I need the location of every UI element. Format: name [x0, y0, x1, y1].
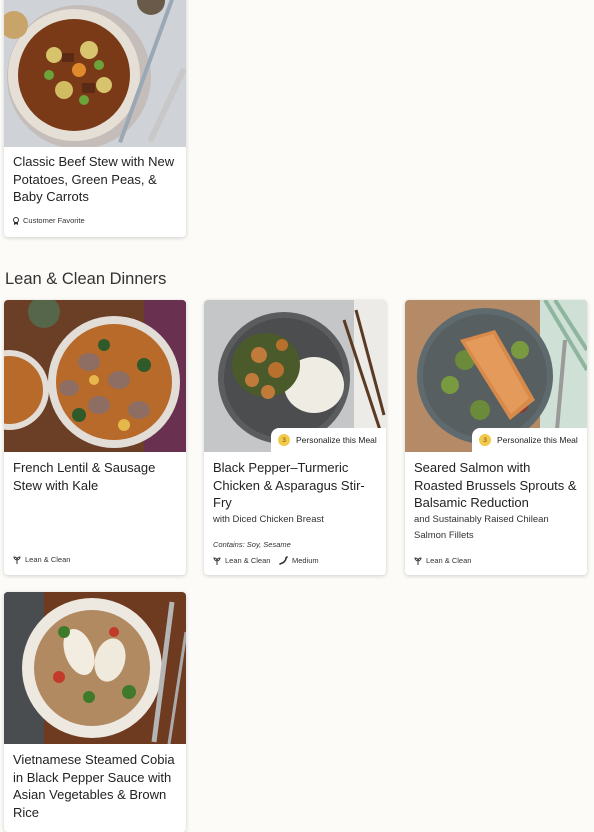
meal-tag-label: Customer Favorite	[23, 216, 85, 225]
allergen-info: Contains: Soy, Sesame	[213, 540, 291, 549]
meal-subtitle: with Diced Chicken Breast	[213, 514, 324, 525]
meal-title[interactable]: Classic Beef Stew with New Potatoes, Gre…	[13, 153, 178, 206]
meal-photo-steamed-cobia[interactable]	[4, 592, 186, 744]
meal-tag-label: Lean & Clean	[25, 555, 71, 564]
meal-tag-spice-level: Medium	[279, 556, 319, 565]
personalize-label: Personalize this Meal	[296, 435, 377, 445]
meal-title[interactable]: Vietnamese Steamed Cobia in Black Pepper…	[13, 751, 178, 821]
meal-tag-label: Medium	[292, 556, 319, 565]
meal-tag-label: Lean & Clean	[225, 556, 271, 565]
meal-tag-label: Lean & Clean	[426, 556, 472, 565]
meal-card-seared-salmon[interactable]: 3 Personalize this Meal Seared Salmon wi…	[405, 300, 587, 575]
meal-title[interactable]: French Lentil & Sausage Stew with Kale	[13, 459, 178, 494]
sprout-icon	[13, 555, 21, 564]
ribbon-icon	[13, 216, 19, 225]
meal-subtitle: and Sustainably Raised Chilean Salmon Fi…	[414, 514, 549, 541]
meal-tag-customer-favorite: Customer Favorite	[13, 216, 85, 225]
meal-title[interactable]: Black Pepper–Turmeric Chicken & Asparagu…	[213, 459, 378, 512]
meal-tag-lean-clean: Lean & Clean	[414, 556, 471, 565]
meal-card-beef-stew[interactable]: Classic Beef Stew with New Potatoes, Gre…	[4, 0, 186, 237]
personalize-meal-button[interactable]: 3 Personalize this Meal	[271, 428, 386, 452]
personalize-label: Personalize this Meal	[497, 435, 578, 445]
sprout-icon	[414, 556, 422, 565]
meal-card-lentil-stew[interactable]: French Lentil & Sausage Stew with Kale L…	[4, 300, 186, 575]
meal-photo-beef-stew[interactable]	[4, 0, 186, 147]
section-title: Lean & Clean Dinners	[5, 270, 167, 288]
chili-pepper-icon	[279, 556, 288, 565]
meal-tag-lean-clean: Lean & Clean	[13, 555, 70, 564]
meal-tag-lean-clean: Lean & Clean	[213, 556, 270, 565]
meal-title[interactable]: Seared Salmon with Roasted Brussels Spro…	[414, 459, 579, 512]
personalize-meal-button[interactable]: 3 Personalize this Meal	[472, 428, 587, 452]
meal-photo-lentil-stew[interactable]	[4, 300, 186, 452]
coin-icon: 3	[479, 434, 491, 446]
meal-card-steamed-cobia[interactable]: Vietnamese Steamed Cobia in Black Pepper…	[4, 592, 186, 832]
meal-card-turmeric-chicken[interactable]: 3 Personalize this Meal Black Pepper–Tur…	[204, 300, 386, 575]
coin-icon: 3	[278, 434, 290, 446]
sprout-icon	[213, 556, 221, 565]
